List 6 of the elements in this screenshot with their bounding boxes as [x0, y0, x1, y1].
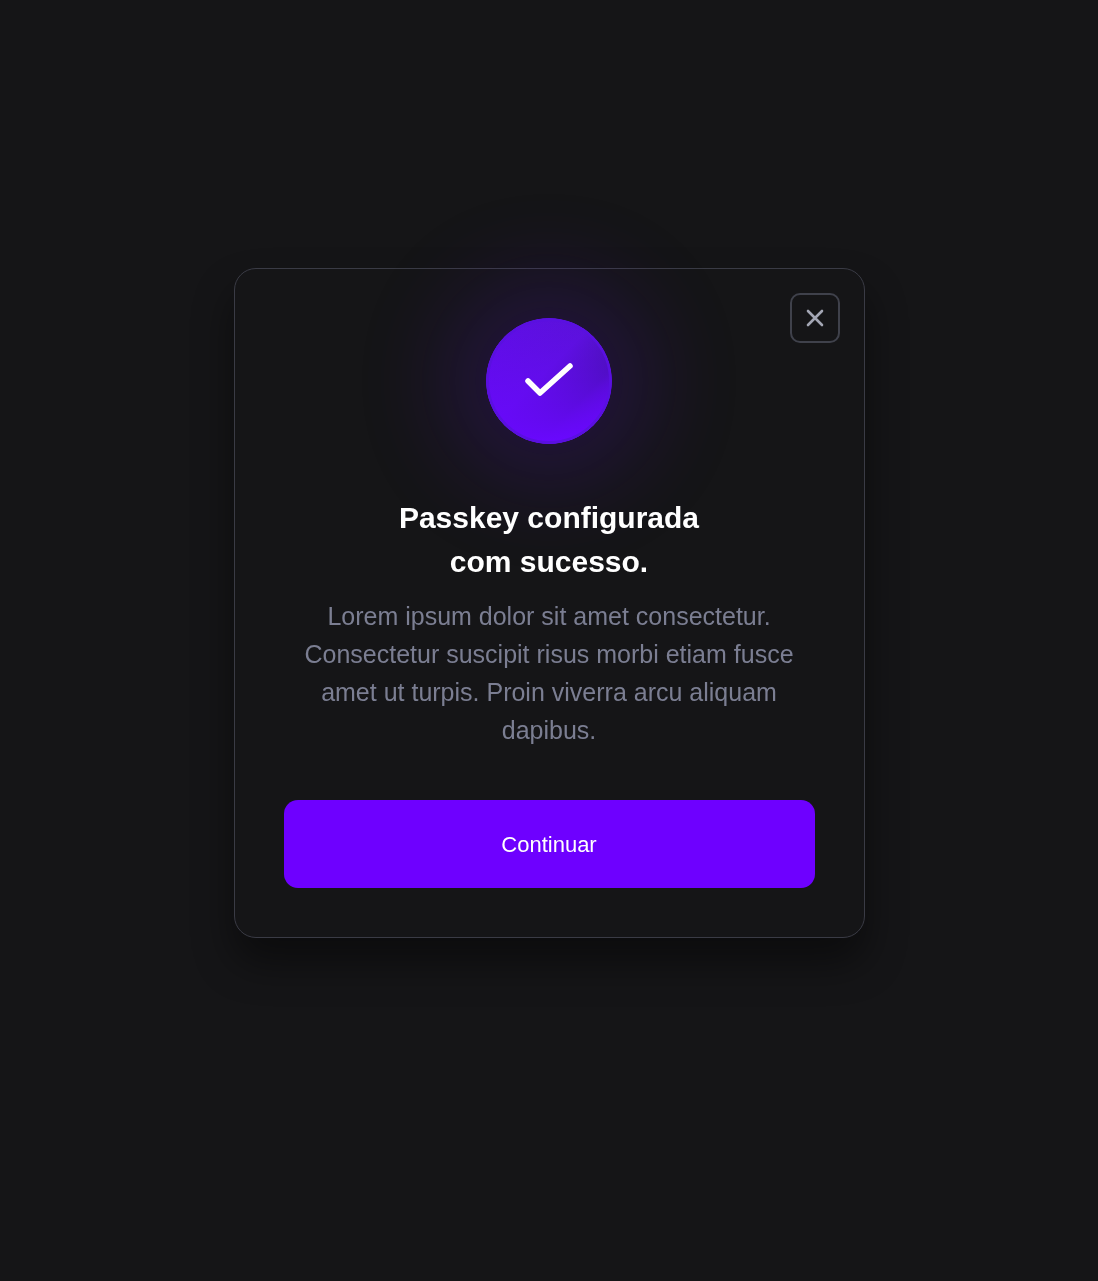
- dialog-title: Passkey configurada com sucesso.: [397, 500, 701, 580]
- dialog-message: Lorem ipsum dolor sit amet consectetur. Consectetur suscipit risus morbi etiam fusce amet ut turpis. Proin viverra arcu aliquam dapibus.: [303, 601, 795, 746]
- check-circle-icon: [486, 318, 612, 444]
- close-icon: [805, 309, 824, 327]
- continue-button[interactable]: Continuar: [283, 800, 815, 888]
- close-button[interactable]: [789, 293, 840, 343]
